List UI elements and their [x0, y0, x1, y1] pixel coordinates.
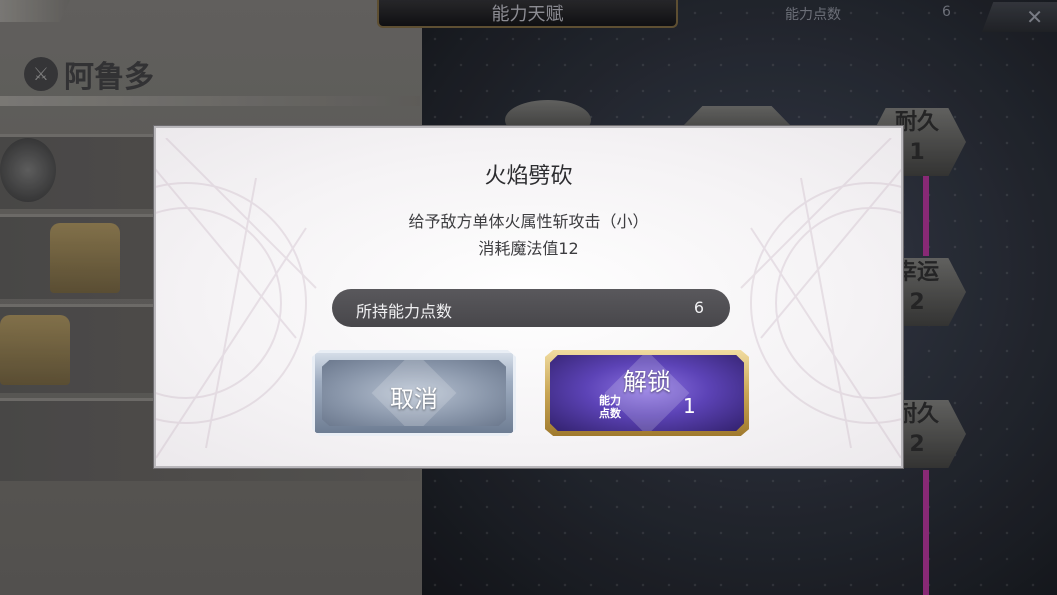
unlock-button-label: 解锁: [623, 368, 671, 396]
skill-unlock-dialog: 火焰劈砍 给予敌方单体火属性斩攻击（小） 消耗魔法值12 所持能力点数 6 取消…: [154, 126, 903, 468]
cancel-button-label: 取消: [390, 385, 438, 413]
cancel-button[interactable]: 取消: [312, 350, 516, 436]
owned-points-bar: 所持能力点数 6: [332, 289, 730, 327]
owned-points-value: 6: [693, 298, 704, 317]
unlock-cost-value: 1: [683, 394, 696, 418]
unlock-cost-label: 能力 点数: [599, 394, 621, 420]
skill-mp-cost: 消耗魔法值12: [478, 239, 579, 258]
skill-description: 给予敌方单体火属性斩攻击（小）: [408, 212, 649, 231]
skill-title: 火焰劈砍: [484, 164, 573, 189]
owned-points-label: 所持能力点数: [356, 302, 453, 321]
unlock-button[interactable]: 解锁 能力 点数 1: [545, 350, 749, 436]
